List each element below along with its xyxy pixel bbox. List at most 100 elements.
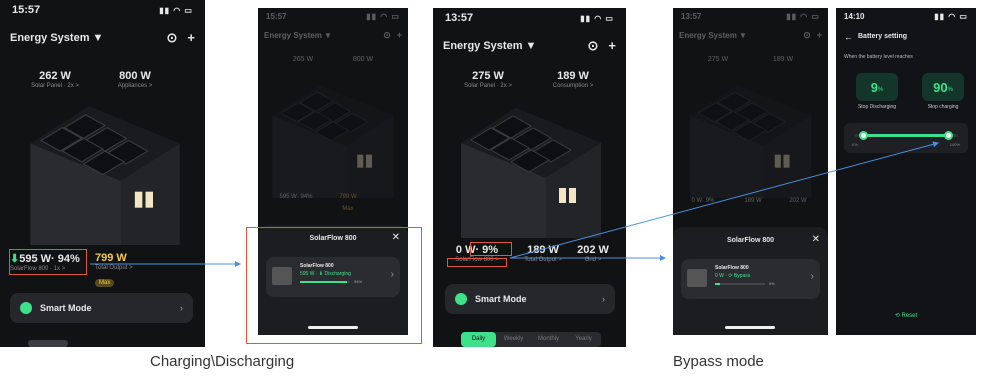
range-slider-fill: [863, 134, 948, 137]
tab-daily[interactable]: Daily: [461, 332, 496, 347]
stop-charging-unit: %: [947, 86, 953, 93]
output-label: Total Output >: [95, 265, 133, 271]
status-time: 13:57: [445, 12, 474, 24]
smart-mode-icon: [20, 302, 32, 314]
device-name: SolarFlow 800: [715, 265, 749, 271]
solar-value: 275 W: [472, 70, 504, 82]
phone-screen-device-sheet-bypass: 13:57 ▮▮ ◠ ▭ Energy System ▼ ⊙ + 275 W 18…: [673, 8, 828, 335]
page-title: Battery setting: [858, 33, 908, 40]
output-stat[interactable]: 189 W Total Output >: [521, 244, 565, 263]
device-battery-bar: [715, 283, 765, 285]
house-illustration: [29, 105, 181, 245]
smart-mode-label: Smart Mode: [475, 294, 527, 304]
back-arrow-icon[interactable]: ←: [844, 32, 853, 42]
chevron-right-icon: ›: [810, 271, 814, 282]
battery-setting-subtitle: When the battery level reaches: [844, 54, 913, 60]
battery-value-highlight: [470, 242, 512, 256]
signal-wifi-battery-icon: ▮▮ ◠ ▭: [580, 13, 614, 23]
status-bar: 14:10 ▮▮ ◠ ▭: [836, 8, 976, 24]
reset-button[interactable]: ⟲ Reset: [836, 312, 976, 319]
grid-value: 202 W: [577, 244, 609, 256]
system-selector: Energy System ▼: [679, 31, 747, 40]
house-illustration: [460, 107, 602, 238]
stop-discharging-unit: %: [877, 86, 884, 93]
settings-icon: ⊙: [803, 30, 811, 40]
appliance-value: 800 W: [352, 56, 374, 63]
app-header: Energy System ▼ ⊙ +: [443, 38, 616, 54]
consumption-value: 189 W: [772, 56, 794, 63]
chevron-right-icon: ›: [180, 303, 183, 313]
device-sheet-highlight: [246, 227, 422, 344]
grid-value: 202 W: [789, 198, 807, 204]
stop-discharging-label: Stop Discharging: [857, 104, 897, 110]
tab-strip-partial: [28, 340, 68, 347]
output-stat[interactable]: 799 W Total Output > Max: [95, 252, 155, 289]
battery-value: 595 W· 94%: [279, 194, 313, 200]
system-selector[interactable]: Energy System ▼: [10, 32, 103, 44]
settings-icon[interactable]: ⊙: [588, 38, 599, 54]
output-value: 799 W: [95, 252, 127, 264]
app-header: Energy System ▼ ⊙ +: [10, 30, 195, 46]
grid-stat[interactable]: 202 W Grid >: [571, 244, 615, 263]
tab-yearly[interactable]: Yearly: [566, 332, 601, 347]
smart-mode-card[interactable]: Smart Mode ›: [10, 293, 193, 323]
settings-icon: ⊙: [383, 30, 391, 40]
add-icon[interactable]: +: [187, 30, 195, 46]
chevron-right-icon: ›: [602, 294, 605, 304]
tab-weekly[interactable]: Weekly: [496, 332, 531, 347]
tab-monthly[interactable]: Monthly: [531, 332, 566, 347]
battery-value: 0 W· 9%: [691, 198, 715, 204]
status-time: 15:57: [12, 4, 41, 16]
stop-charging-label: Stop charging: [927, 104, 959, 110]
sheet-title: SolarFlow 800: [726, 237, 775, 244]
house-illustration: [271, 84, 395, 198]
appliance-value: 800 W: [119, 70, 151, 82]
signal-wifi-battery-icon: ▮▮ ◠ ▭: [159, 5, 193, 15]
device-status: 0 W · ⟳ Bypass: [715, 273, 751, 279]
smart-mode-card[interactable]: Smart Mode ›: [445, 284, 615, 314]
grid-label: Grid >: [584, 257, 602, 263]
battery-highlight: [9, 249, 87, 275]
phone-screen-battery-setting: 14:10 ▮▮ ◠ ▭ ← Battery setting When the …: [836, 8, 976, 335]
phone-screen-home-bypass: 13:57 ▮▮ ◠ ▭ Energy System ▼ ⊙ + 275 W So…: [433, 8, 626, 347]
range-slider-track[interactable]: [854, 131, 958, 140]
status-time: 15:57: [266, 11, 287, 21]
app-header: Energy System ▼ ⊙ +: [264, 30, 402, 41]
add-icon[interactable]: +: [608, 38, 616, 54]
system-selector[interactable]: Energy System ▼: [443, 40, 536, 52]
settings-icon[interactable]: ⊙: [167, 30, 178, 46]
solar-stat[interactable]: 275 W Solar Panel · 2x >: [453, 70, 523, 89]
system-selector: Energy System ▼: [264, 31, 332, 40]
status-bar: 13:57 ▮▮ ◠ ▭: [433, 8, 626, 28]
device-percent: 9%: [769, 281, 775, 286]
output-value: 189 W: [527, 244, 559, 256]
period-tabs: Daily Weekly Monthly Yearly: [461, 332, 601, 347]
close-icon[interactable]: ✕: [812, 234, 820, 245]
slider-min-label: 0%: [852, 142, 858, 147]
output-badge: Max: [342, 206, 354, 212]
device-card[interactable]: SolarFlow 800 0 W · ⟳ Bypass 9% ›: [681, 259, 820, 299]
consumption-stat[interactable]: 189 W Consumption >: [538, 70, 608, 89]
add-icon: +: [396, 30, 402, 40]
output-value: 189 W: [744, 198, 762, 204]
status-bar: 15:57 ▮▮ ◠ ▭: [258, 8, 408, 24]
add-icon: +: [816, 30, 822, 40]
house-illustration: [689, 84, 812, 198]
range-slider-card: 0% 100%: [844, 123, 968, 153]
output-label: Total Output >: [524, 257, 562, 263]
smart-mode-icon: [455, 293, 467, 305]
status-bar: 13:57 ▮▮ ◠ ▭: [673, 8, 828, 24]
stop-charging-box[interactable]: 90 %: [922, 73, 964, 101]
status-time: 14:10: [844, 11, 865, 21]
solar-value: 275 W: [707, 56, 729, 63]
stop-discharging-box[interactable]: 9 %: [856, 73, 898, 101]
solar-value: 265 W: [292, 56, 314, 63]
app-header: Energy System ▼ ⊙ +: [679, 30, 822, 41]
slider-max-label: 100%: [949, 142, 960, 147]
range-slider-low-handle[interactable]: [859, 131, 869, 140]
signal-wifi-battery-icon: ▮▮ ◠ ▭: [786, 11, 820, 21]
signal-wifi-battery-icon: ▮▮ ◠ ▭: [934, 11, 968, 21]
range-slider-high-handle[interactable]: [943, 131, 953, 140]
output-badge: Max: [95, 279, 115, 287]
output-value: 799 W: [339, 194, 357, 200]
